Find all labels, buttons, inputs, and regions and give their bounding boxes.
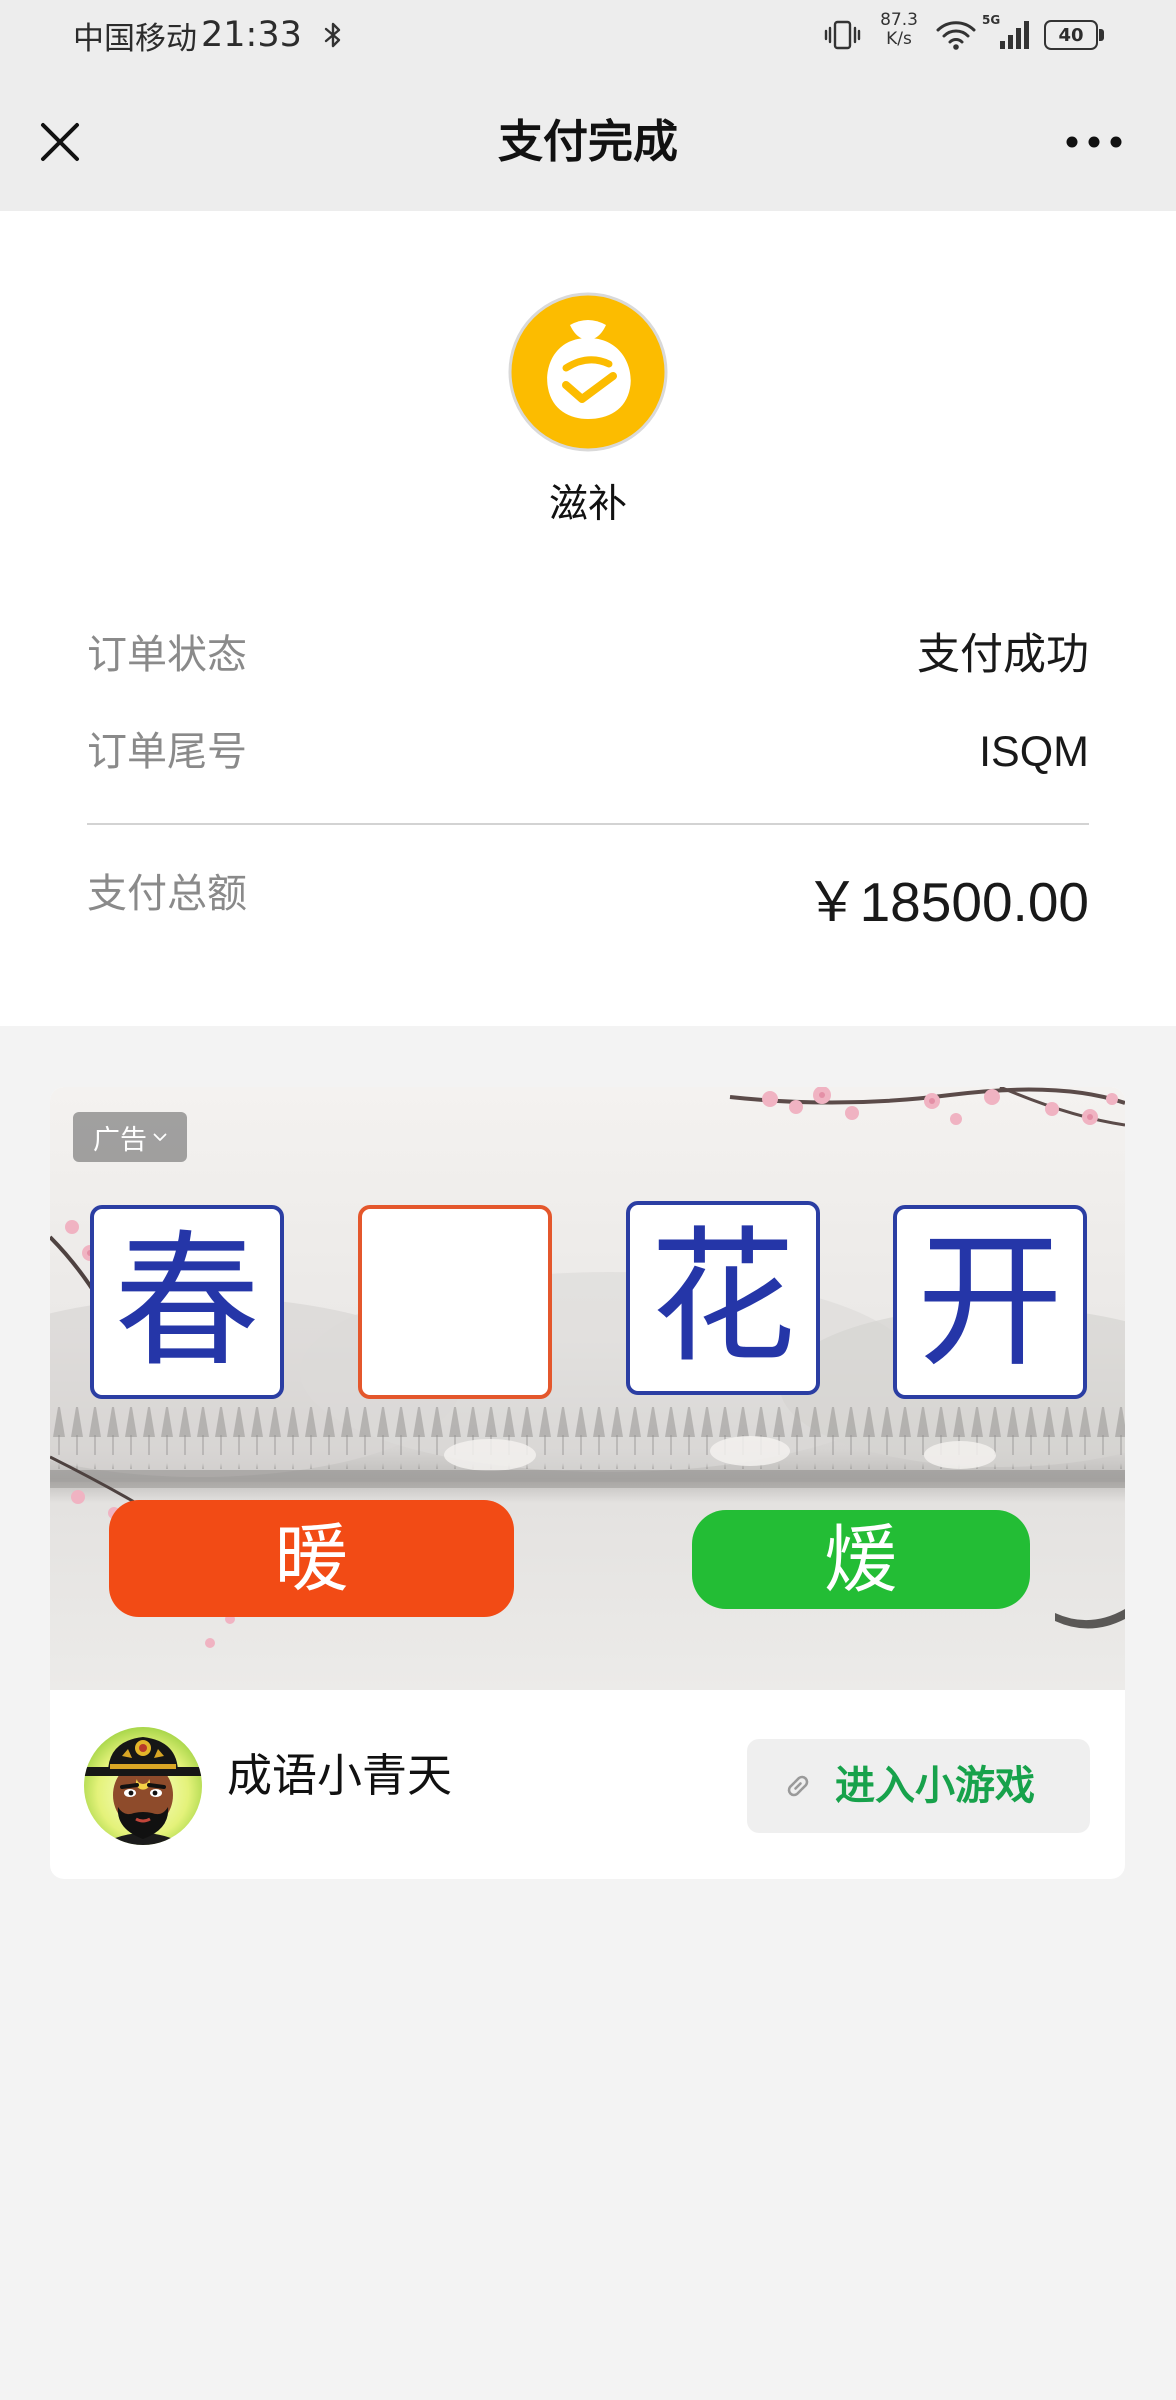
page-title: 支付完成: [497, 116, 678, 167]
divider: [87, 823, 1089, 825]
enter-mini-game-label: 进入小游戏: [835, 1764, 1035, 1808]
ad-banner[interactable]: 广告 春 花 开 暖 煖: [50, 1087, 1125, 1690]
more-button[interactable]: [1063, 132, 1125, 152]
wifi-icon: [935, 18, 977, 50]
signal-icon: [998, 17, 1034, 51]
order-status-value: 支付成功: [917, 631, 1089, 679]
judge-character-avatar: [84, 1727, 202, 1845]
total-amount-value: ￥18500.00: [804, 871, 1089, 933]
total-amount-label: 支付总额: [87, 872, 247, 916]
battery-icon: 40: [1044, 20, 1098, 50]
merchant-logo: [508, 292, 668, 452]
answer-option-button[interactable]: 煖: [692, 1510, 1030, 1609]
battery-level: 40: [1058, 24, 1084, 46]
order-status-label: 订单状态: [87, 633, 247, 677]
clock: 21:33: [201, 15, 302, 55]
order-suffix-label: 订单尾号: [87, 730, 247, 774]
order-suffix-value: ISQM: [979, 728, 1089, 776]
vibrate-icon: [824, 20, 861, 50]
chevron-down-icon: [153, 1133, 167, 1141]
battery-nub: [1099, 29, 1104, 41]
enter-mini-game-button[interactable]: 进入小游戏: [747, 1739, 1090, 1833]
more-icon: [1066, 136, 1122, 148]
bluetooth-icon: [322, 19, 344, 51]
money-bag-check-icon: [508, 292, 668, 452]
link-icon: [787, 1775, 809, 1797]
header: 中国移动 21:33 87.3 K/s 5G 40 支付完成: [0, 0, 1176, 211]
answer-option-button[interactable]: 暖: [109, 1500, 514, 1617]
puzzle-blank-box: [358, 1205, 552, 1399]
mini-game-name: 成语小青天: [227, 1750, 453, 1801]
puzzle-char-box: 开: [893, 1205, 1087, 1399]
ad-tag[interactable]: 广告: [73, 1112, 187, 1162]
puzzle-char-box: 花: [626, 1201, 820, 1395]
payment-complete-page: { "status_bar": { "carrier": "中国移动", "ti…: [0, 0, 1176, 2400]
network-speed: 87.3 K/s: [872, 11, 926, 49]
status-bar-left: 中国移动 21:33: [73, 13, 302, 57]
network-speed-unit: K/s: [886, 29, 912, 49]
ad-tag-label: 广告: [93, 1124, 147, 1155]
merchant-name: 滋补: [548, 483, 627, 526]
network-speed-value: 87.3: [880, 10, 918, 30]
avatar: [84, 1727, 202, 1845]
carrier-label: 中国移动: [73, 20, 197, 57]
puzzle-char-box: 春: [90, 1205, 284, 1399]
ad-card: 广告 春 花 开 暖 煖 成语小青天 进入小游戏: [50, 1087, 1125, 1879]
